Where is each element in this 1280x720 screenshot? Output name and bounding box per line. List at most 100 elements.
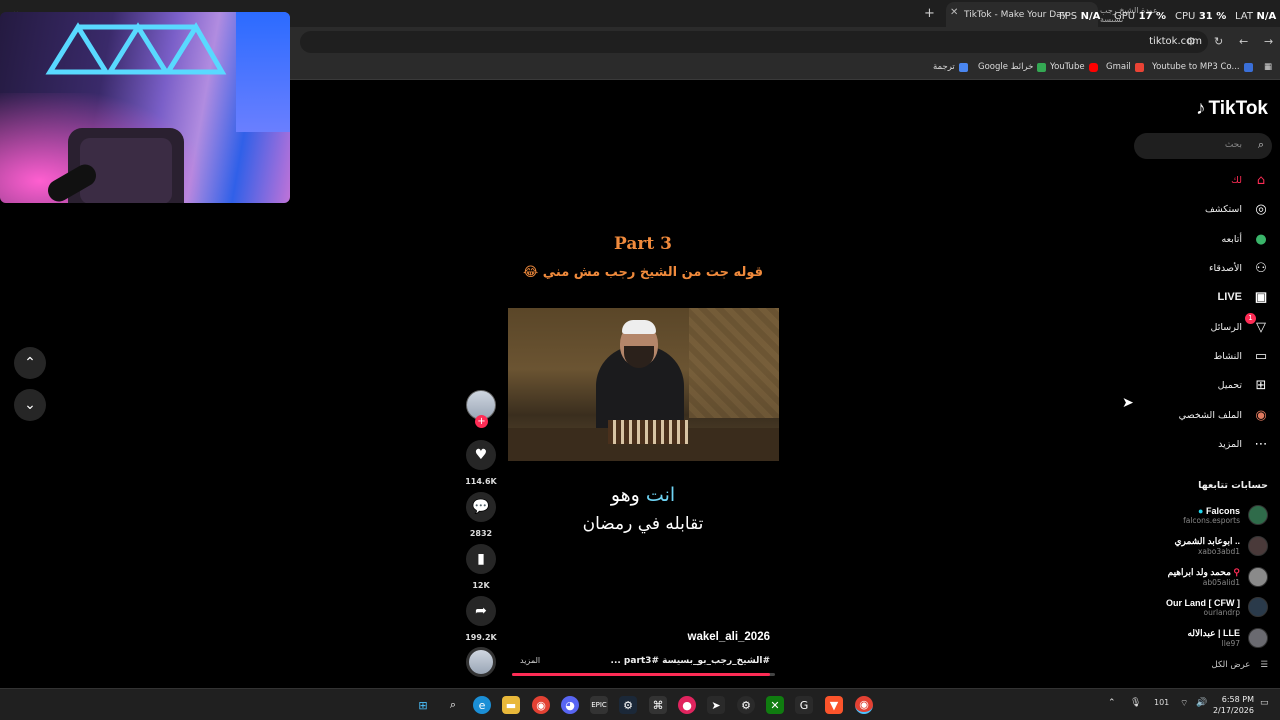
tab-title: TikTok - Make Your Day — [964, 9, 1068, 20]
bookmark-yt-mp3[interactable]: Youtube to MP3 Co... — [1152, 62, 1253, 72]
nav-messages[interactable]: الرسائل ▽ 1 — [1211, 313, 1270, 337]
gpu-stat: GPU 17 % — [1114, 11, 1167, 22]
start-icon[interactable]: ⊞ — [414, 696, 432, 714]
site-settings-icon[interactable]: ⚙ — [1186, 35, 1196, 48]
account-item[interactable]: محمد ولد ابراهيم ⚲ ab05alid1 — [1168, 565, 1268, 589]
nav-activity[interactable]: النشاط ▭ — [1213, 346, 1270, 366]
network-app-icon[interactable]: ⌘ — [649, 696, 667, 714]
chevron-up-icon: ⌃ — [24, 355, 36, 371]
brave-icon[interactable]: ▼ — [825, 696, 843, 714]
video-caption-line2: تقابله في رمضان — [582, 514, 704, 534]
video-progress-bar[interactable] — [512, 673, 775, 676]
chevron-down-icon: ⌄ — [24, 397, 36, 413]
wifi-icon[interactable]: ⌔ — [1180, 698, 1188, 709]
bookmark-maps[interactable]: Google خرائط — [978, 62, 1047, 72]
search-input[interactable]: بحث ⌕ — [1134, 133, 1272, 159]
compass-icon: ◎ — [1255, 201, 1267, 217]
nav-upload[interactable]: تحميل ⊞ — [1218, 375, 1270, 395]
logo-text: TikTok — [1208, 98, 1268, 119]
video-description: #الشيخ_رجب_بو_بسيسة #part3 ... — [610, 656, 770, 666]
follow-plus-icon[interactable]: + — [475, 415, 488, 428]
epic-games-icon[interactable]: EPIC — [590, 696, 608, 714]
next-video-button[interactable]: ⌄ — [14, 389, 46, 421]
share-icon: ➦ — [475, 603, 487, 619]
like-button[interactable]: ♥ — [466, 440, 496, 470]
clock[interactable]: 6:58 PM 2/17/2026 — [1213, 694, 1254, 716]
search-icon[interactable]: ⌕ — [1258, 138, 1264, 152]
see-all-button[interactable]: عرض الكل ☰ — [1212, 660, 1268, 670]
search-taskbar-icon[interactable]: ⌕ — [444, 696, 462, 714]
video-part-title: Part 3 — [614, 234, 672, 254]
more-icon: ⋯ — [1254, 436, 1268, 452]
bookmark-translate[interactable]: ترجمة — [933, 62, 968, 72]
nav-live[interactable]: LIVE ▣ — [1218, 287, 1270, 307]
save-count: 12K — [472, 581, 490, 590]
upload-icon: ⊞ — [1255, 377, 1267, 393]
reload-icon[interactable]: ↻ — [1214, 35, 1223, 48]
avatar — [1248, 536, 1268, 556]
caption-highlight: انت — [645, 484, 676, 506]
account-item[interactable]: ابوعابد الشمري .. xabo3abd1 — [1175, 534, 1268, 558]
video-author[interactable]: wakel_ali_2026 — [688, 631, 771, 643]
save-button[interactable]: ▮ — [466, 544, 496, 574]
new-tab-button[interactable]: + — [924, 6, 935, 21]
following-icon: ● — [1255, 231, 1267, 247]
account-item[interactable]: Our Land [ CFW ] ourlandrp — [1166, 595, 1268, 619]
avatar — [1248, 505, 1268, 525]
volume-icon[interactable]: 🔊 — [1196, 698, 1207, 708]
tab-close-icon[interactable]: ✕ — [950, 7, 958, 18]
chrome-icon[interactable]: ◉ — [532, 696, 550, 714]
chrome-active-icon[interactable]: ◉ — [855, 696, 873, 714]
tiktok-sidebar: ♪ TikTok بحث ⌕ لك ⌂ استكشف ◎ أتابعه ● الأصد… — [1128, 80, 1280, 688]
file-explorer-icon[interactable]: ▬ — [502, 696, 520, 714]
apps-grid-icon[interactable]: ▦ — [1264, 62, 1272, 72]
telegram-icon[interactable]: ➤ — [707, 696, 725, 714]
nav-for-you[interactable]: لك ⌂ — [1231, 170, 1270, 190]
music-disc[interactable] — [466, 647, 496, 677]
tiktok-logo[interactable]: ♪ TikTok — [1196, 98, 1268, 120]
nav-explore[interactable]: استكشف ◎ — [1205, 199, 1270, 219]
account-item[interactable]: ● Falcons falcons.esports — [1183, 503, 1268, 527]
verified-icon: ● — [1198, 505, 1204, 516]
address-bar[interactable] — [300, 31, 1208, 53]
steam-icon[interactable]: ⚙ — [619, 696, 637, 714]
settings-app-icon[interactable]: ⚙ — [737, 696, 755, 714]
webcam-overlay — [0, 12, 290, 203]
youtube-icon — [1088, 62, 1098, 72]
xbox-icon[interactable]: ✕ — [766, 696, 784, 714]
nav-profile[interactable]: الملف الشخصي ◉ — [1179, 405, 1270, 425]
edge-icon[interactable]: e — [473, 696, 491, 714]
mouse-cursor: ➤ — [1122, 395, 1134, 411]
notification-icon[interactable]: ▭ — [1260, 698, 1269, 708]
tray-expand-icon[interactable]: ⌃ — [1108, 698, 1116, 708]
heart-icon: ♥ — [474, 447, 488, 463]
video-frame[interactable] — [508, 308, 779, 461]
forward-icon[interactable]: → — [1264, 35, 1273, 48]
account-item[interactable]: عبدالاله | LLE lle97 — [1187, 626, 1268, 650]
profile-icon: ◉ — [1255, 407, 1267, 423]
microphone-icon[interactable]: 🎙 — [1130, 698, 1141, 708]
share-button[interactable]: ➦ — [466, 596, 496, 626]
previous-video-button[interactable]: ⌃ — [14, 347, 46, 379]
comment-button[interactable]: 💬 — [466, 492, 496, 522]
lat-stat: LAT N/A — [1235, 11, 1277, 22]
comment-count: 2832 — [469, 529, 493, 538]
list-icon: ☰ — [1260, 660, 1268, 670]
recording-app-icon[interactable]: ● — [678, 696, 696, 714]
avatar — [1248, 628, 1268, 648]
following-accounts-title: حسابات تتابعها — [1198, 480, 1268, 491]
more-button[interactable]: المزيد — [520, 656, 540, 665]
app-g-icon[interactable]: G — [795, 696, 813, 714]
back-icon[interactable]: ← — [1239, 35, 1248, 48]
search-placeholder: بحث — [1224, 140, 1242, 150]
discord-icon[interactable]: ◕ — [561, 696, 579, 714]
bookmark-gmail[interactable]: Gmail — [1106, 62, 1144, 72]
nav-friends[interactable]: الأصدقاء ⚇ — [1209, 258, 1270, 278]
share-count: 199.2K — [465, 633, 497, 642]
bookmark-youtube[interactable]: YouTube — [1050, 62, 1098, 72]
nav-more[interactable]: المزيد ⋯ — [1218, 434, 1270, 454]
mp3-icon — [1243, 62, 1253, 72]
nav-following[interactable]: أتابعه ● — [1222, 229, 1271, 249]
avatar — [1248, 567, 1268, 587]
clock-time: 6:58 PM — [1221, 695, 1254, 704]
